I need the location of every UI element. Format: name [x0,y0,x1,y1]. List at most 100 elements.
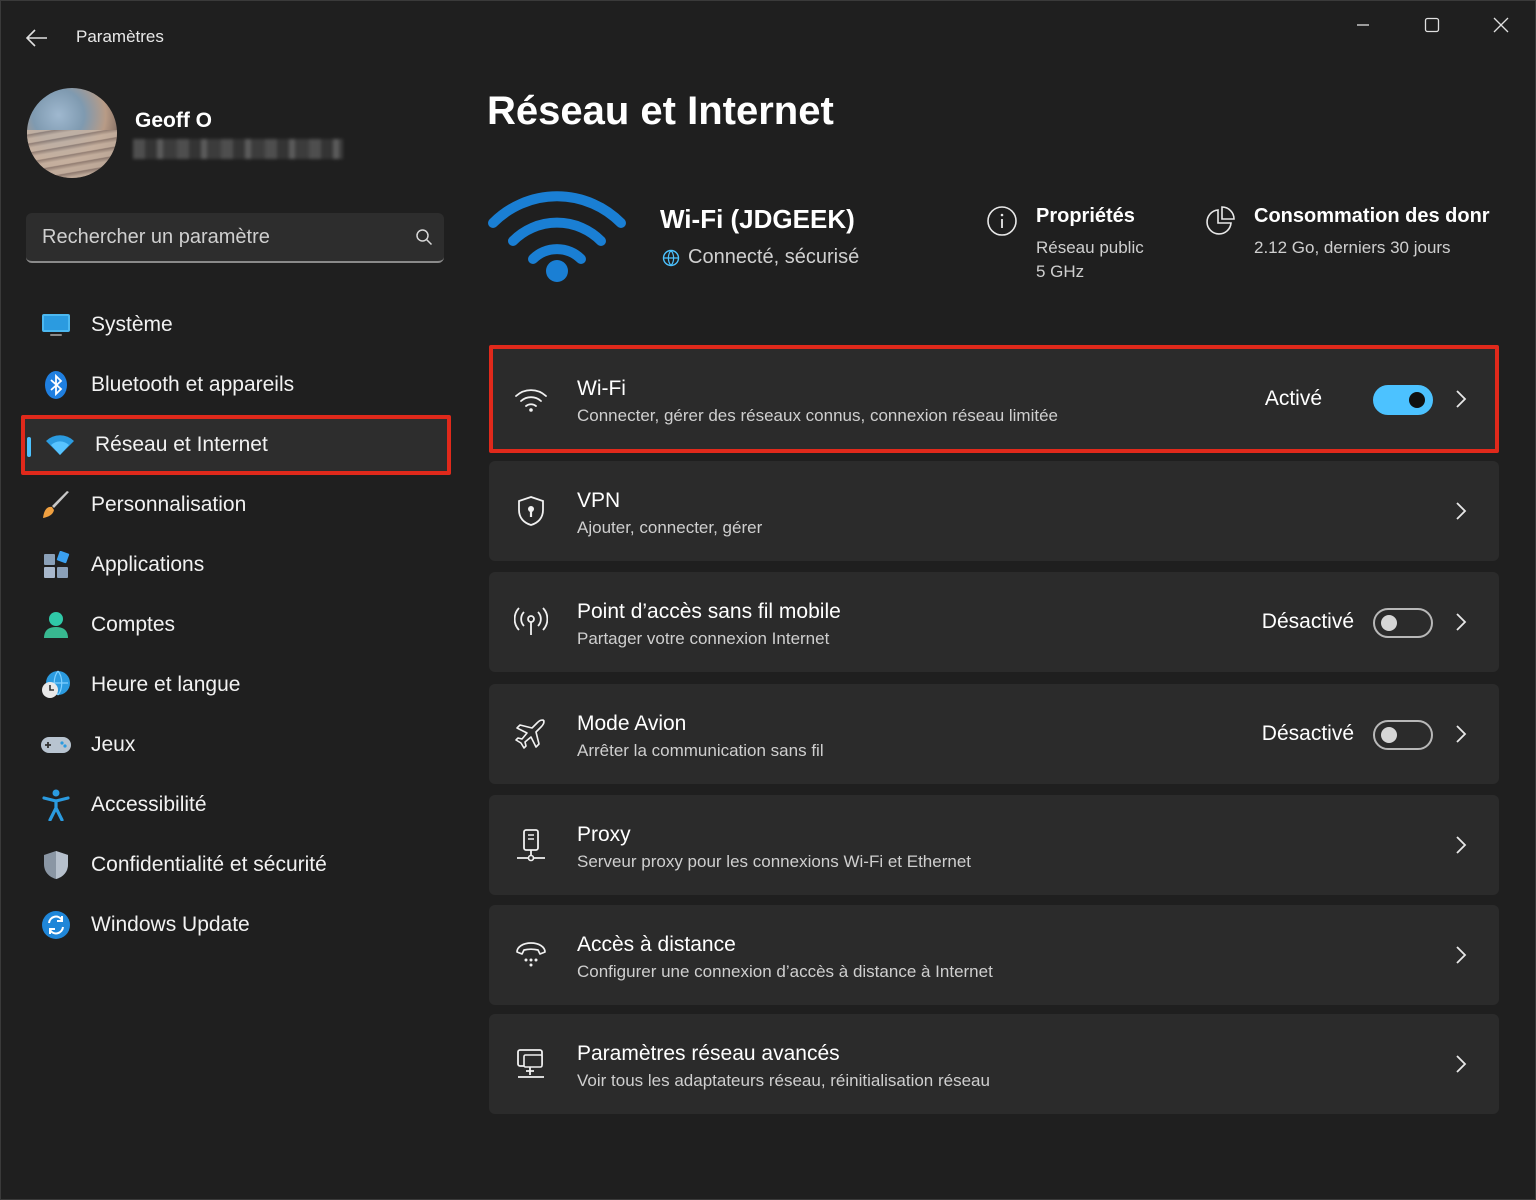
sidebar-item-label: Accessibilité [91,793,207,816]
sidebar-item-label: Heure et langue [91,673,241,696]
maximize-button[interactable] [1402,5,1462,45]
card-title: Proxy [577,823,631,846]
bluetooth-icon [21,370,91,400]
person-icon [21,610,91,640]
chevron-right-icon[interactable] [1451,722,1471,746]
sidebar-item-label: Confidentialité et sécurité [91,853,327,876]
brush-icon [21,490,91,520]
sidebar-item-system[interactable]: Système [21,295,451,355]
data-usage-link[interactable]: Consommation des donr 2.12 Go, derniers … [1204,205,1494,260]
properties-title: Propriétés [1036,205,1135,227]
dialup-icon [511,935,551,975]
sidebar-item-label: Personnalisation [91,493,247,516]
chevron-right-icon[interactable] [1451,833,1471,857]
chevron-right-icon[interactable] [1451,1052,1471,1076]
network-pc-icon [511,1044,551,1084]
accessibility-icon [21,789,91,821]
sidebar-item-time-language[interactable]: Heure et langue [21,655,451,715]
card-title: Accès à distance [577,933,736,956]
data-usage-amount: 2.12 Go, derniers 30 jours [1254,238,1451,257]
title-bar: Paramètres [1,1,1536,73]
chevron-right-icon[interactable] [1451,610,1471,634]
airplane-icon [511,714,551,754]
card-subtitle: Partager votre connexion Internet [577,629,830,648]
chevron-right-icon[interactable] [1451,387,1471,411]
search-input[interactable]: Rechercher un paramètre [42,226,404,249]
hotspot-toggle[interactable] [1373,608,1433,638]
sidebar-item-accessibility[interactable]: Accessibilité [21,775,451,835]
user-email-redacted [133,139,343,159]
network-status-text: Connecté, sécurisé [688,246,860,268]
card-subtitle: Arrêter la communication sans fil [577,741,824,760]
gamepad-icon [21,734,91,756]
airplane-mode-card[interactable]: Mode Avion Arrêter la communication sans… [489,684,1499,784]
properties-network-type: Réseau public [1036,238,1144,257]
chevron-right-icon[interactable] [1451,943,1471,967]
properties-link[interactable]: Propriétés Réseau public 5 GHz [986,205,1144,284]
settings-window: Paramètres Geoff O Rechercher un paramèt… [0,0,1536,1200]
monitor-icon [21,312,91,338]
network-name: Wi-Fi (JDGEEK) [660,204,855,234]
data-usage-title: Consommation des donr [1254,205,1490,227]
card-title: Mode Avion [577,712,687,735]
network-status: Connecté, sécurisé [662,246,859,269]
app-title: Paramètres [76,27,164,46]
wifi-settings-card[interactable]: Wi-Fi Connecter, gérer des réseaux connu… [489,345,1499,453]
airplane-mode-toggle[interactable] [1373,720,1433,750]
toggle-state-label: Désactivé [1261,610,1354,633]
card-title: Point d’accès sans fil mobile [577,600,841,623]
sidebar-item-label: Windows Update [91,913,250,936]
back-arrow-icon [26,29,47,47]
pie-chart-icon [1206,206,1235,235]
minimize-button[interactable] [1333,5,1393,45]
search-box[interactable]: Rechercher un paramètre [26,213,444,263]
maximize-icon [1424,17,1440,33]
sidebar-item-network[interactable]: Réseau et Internet [21,415,451,475]
sidebar-item-label: Système [91,313,173,336]
apps-icon [21,551,91,579]
sidebar-item-label: Applications [91,553,205,576]
sidebar-item-label: Réseau et Internet [95,433,268,456]
vpn-card[interactable]: VPN Ajouter, connecter, gérer [489,461,1499,561]
sidebar-item-personalization[interactable]: Personnalisation [21,475,451,535]
wifi-toggle[interactable] [1373,385,1433,415]
info-icon [987,206,1017,236]
toggle-state-label: Désactivé [1261,722,1354,745]
toggle-state-label: Activé [1264,387,1322,410]
shield-icon [21,850,91,880]
minimize-icon [1357,24,1369,26]
search-icon[interactable] [404,228,444,246]
close-icon [1493,17,1509,33]
dialup-card[interactable]: Accès à distance Configurer une connexio… [489,905,1499,1005]
sidebar-item-privacy[interactable]: Confidentialité et sécurité [21,835,451,895]
chevron-right-icon[interactable] [1451,499,1471,523]
card-subtitle: Ajouter, connecter, gérer [577,518,763,537]
wifi-icon [511,379,551,419]
card-subtitle: Voir tous les adaptateurs réseau, réinit… [577,1071,990,1090]
clock-globe-icon [21,670,91,700]
sidebar-item-windows-update[interactable]: Windows Update [21,895,451,955]
sidebar-item-label: Bluetooth et appareils [91,373,295,396]
advanced-network-card[interactable]: Paramètres réseau avancés Voir tous les … [489,1014,1499,1114]
globe-icon [662,249,680,266]
close-button[interactable] [1471,5,1531,45]
mobile-hotspot-card[interactable]: Point d’accès sans fil mobile Partager v… [489,572,1499,672]
card-title: Wi-Fi [577,377,626,400]
avatar[interactable] [27,88,117,178]
card-title: Paramètres réseau avancés [577,1042,840,1065]
proxy-icon [511,825,551,865]
user-name: Geoff O [135,109,212,132]
sidebar-item-accounts[interactable]: Comptes [21,595,451,655]
wifi-icon [25,433,95,457]
card-subtitle: Serveur proxy pour les connexions Wi-Fi … [577,852,972,871]
sidebar-item-apps[interactable]: Applications [21,535,451,595]
card-subtitle: Connecter, gérer des réseaux connus, con… [577,406,1059,425]
sidebar-item-gaming[interactable]: Jeux [21,715,451,775]
page-title: Réseau et Internet [487,89,834,133]
sidebar-item-bluetooth[interactable]: Bluetooth et appareils [21,355,451,415]
sidebar-item-label: Comptes [91,613,176,636]
card-subtitle: Configurer une connexion d’accès à dista… [577,962,993,981]
vpn-shield-icon [511,491,551,531]
proxy-card[interactable]: Proxy Serveur proxy pour les connexions … [489,795,1499,895]
back-button[interactable] [15,21,59,55]
